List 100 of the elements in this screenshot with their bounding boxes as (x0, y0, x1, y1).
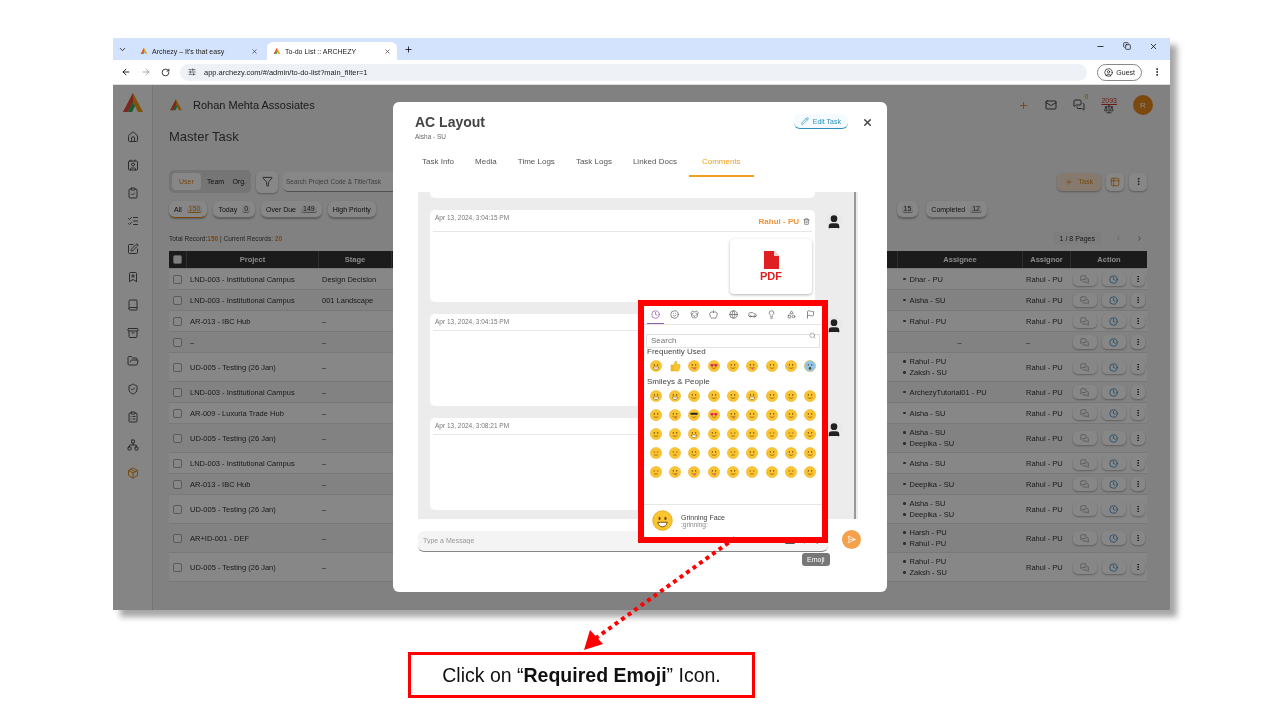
bullet-icon (903, 571, 906, 574)
emoji-icon (727, 466, 739, 478)
folder-icon[interactable] (126, 355, 139, 367)
table-view-button[interactable] (1106, 172, 1124, 191)
forward-icon[interactable] (141, 67, 151, 77)
time-log-button[interactable] (1101, 360, 1126, 374)
more-button[interactable] (1130, 431, 1145, 445)
new-tab-icon[interactable] (404, 44, 413, 54)
time-log-button[interactable] (1101, 560, 1126, 574)
row-checkbox[interactable] (173, 316, 182, 326)
id-card-icon[interactable] (126, 159, 139, 171)
more-button[interactable] (1130, 314, 1145, 328)
row-checkbox[interactable] (173, 562, 182, 572)
comments-button[interactable] (1072, 477, 1097, 491)
close-icon[interactable] (384, 47, 391, 55)
more-button[interactable] (1130, 335, 1145, 349)
row-checkbox[interactable] (173, 362, 182, 372)
package-icon[interactable] (126, 467, 139, 479)
time-log-button[interactable] (1101, 335, 1126, 349)
comments-button[interactable] (1072, 531, 1097, 545)
bullet-icon (903, 531, 906, 534)
reload-icon[interactable] (161, 67, 170, 77)
row-checkbox[interactable] (173, 433, 182, 443)
row-checkbox[interactable] (173, 295, 182, 305)
more-button[interactable] (1130, 385, 1145, 399)
time-log-button[interactable] (1101, 477, 1126, 491)
comments-button[interactable] (1072, 502, 1097, 516)
mail-icon[interactable] (1045, 99, 1058, 111)
row-checkbox[interactable] (173, 479, 182, 489)
time-log-button[interactable] (1101, 314, 1126, 328)
more-button[interactable] (1130, 477, 1145, 491)
comments-button[interactable] (1072, 456, 1097, 470)
comments-button[interactable] (1072, 431, 1097, 445)
row-checkbox[interactable] (173, 504, 182, 514)
scale-icon[interactable] (1104, 103, 1115, 114)
clipboard-check-icon[interactable] (126, 187, 139, 199)
edit-icon[interactable] (126, 243, 139, 255)
logo-icon (140, 47, 148, 55)
next-icon[interactable] (1136, 235, 1143, 242)
row-checkbox[interactable] (173, 458, 182, 468)
more-button[interactable] (1130, 293, 1145, 307)
time-log-button[interactable] (1101, 502, 1126, 516)
close-icon[interactable] (1149, 41, 1158, 51)
more-button[interactable] (1130, 502, 1145, 516)
previous-icon[interactable] (1115, 235, 1122, 242)
time-log-button[interactable] (1101, 531, 1126, 545)
archive-icon[interactable] (126, 327, 139, 339)
select-all-checkbox[interactable] (173, 255, 182, 264)
dialog-tab[interactable]: Time Logs (508, 154, 564, 177)
emoji-category-tab[interactable] (647, 310, 664, 324)
row-checkbox[interactable] (173, 274, 182, 284)
comments-button[interactable] (1072, 272, 1097, 286)
attachment-tile[interactable]: PDF (730, 239, 812, 294)
comments-button[interactable] (1072, 293, 1097, 307)
more-button[interactable] (1129, 172, 1147, 191)
more-button[interactable] (1130, 360, 1145, 374)
clock-icon (1109, 533, 1118, 543)
more-button[interactable] (1130, 456, 1145, 470)
shield-icon[interactable] (126, 383, 139, 395)
network-icon[interactable] (126, 439, 139, 451)
row-checkbox[interactable] (173, 337, 182, 347)
time-log-button[interactable] (1101, 456, 1126, 470)
emoji-search-field[interactable]: Search (646, 333, 820, 348)
dialog-tab[interactable]: Linked Docs (623, 154, 686, 177)
more-button[interactable] (1130, 531, 1145, 545)
restore-icon[interactable] (1123, 41, 1131, 50)
back-icon[interactable] (121, 67, 131, 77)
delete-icon[interactable] (803, 218, 810, 225)
row-checkbox[interactable] (173, 533, 182, 543)
comments-button[interactable] (1072, 560, 1097, 574)
comments-button[interactable] (1072, 314, 1097, 328)
search-icon (809, 332, 816, 339)
time-log-button[interactable] (1101, 293, 1126, 307)
bookmark-icon[interactable] (126, 271, 139, 283)
home-icon[interactable] (126, 131, 139, 143)
site-settings-icon[interactable] (188, 68, 196, 76)
filter-icon (261, 176, 273, 187)
checklist-icon[interactable] (126, 215, 139, 227)
more-button[interactable] (1130, 272, 1145, 286)
comments-button[interactable] (1072, 385, 1097, 399)
row-checkbox[interactable] (173, 408, 182, 418)
clipboard-icon[interactable] (126, 411, 139, 423)
comments-button[interactable] (1072, 406, 1097, 420)
more-button[interactable] (1130, 560, 1145, 574)
chat-icon[interactable] (1073, 99, 1086, 111)
time-log-button[interactable] (1101, 406, 1126, 420)
book-icon[interactable] (126, 299, 139, 311)
dialog-tab[interactable]: Task Logs (566, 154, 621, 177)
comments-button[interactable] (1072, 335, 1097, 349)
time-log-button[interactable] (1101, 385, 1126, 399)
add-icon[interactable] (1018, 99, 1030, 111)
time-log-button[interactable] (1101, 272, 1126, 286)
more-button[interactable] (1130, 406, 1145, 420)
filter-button[interactable] (256, 170, 278, 193)
dialog-tab[interactable]: Media (466, 154, 506, 177)
time-log-button[interactable] (1101, 431, 1126, 445)
row-checkbox[interactable] (173, 387, 182, 397)
comments-button[interactable] (1072, 360, 1097, 374)
send-button[interactable] (842, 530, 861, 549)
dialog-tab[interactable]: Task Info (413, 154, 463, 177)
